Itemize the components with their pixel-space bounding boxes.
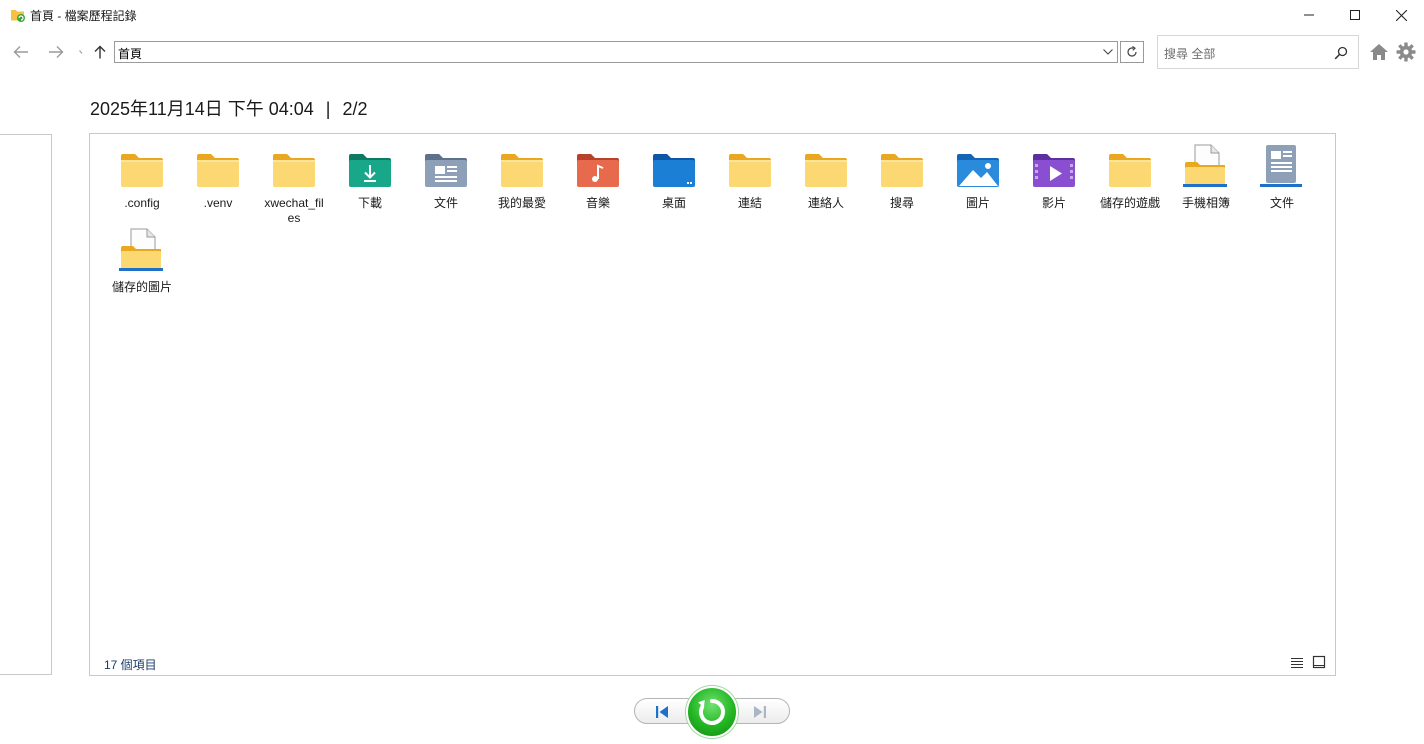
file-history-app-icon [11,10,25,22]
snapshot-separator: | [325,99,331,119]
refresh-button[interactable] [1120,41,1144,63]
downloads-folder-icon [346,144,394,188]
recent-locations-button[interactable] [76,40,88,64]
file-item-label: 音樂 [585,196,610,210]
forward-button[interactable] [44,40,68,64]
file-item[interactable]: 下載 [332,144,408,228]
search-placeholder: 搜尋 全部 [1164,47,1216,61]
file-item[interactable]: 桌面 [636,144,712,228]
arrow-right-icon [49,46,64,58]
file-item-label: 文件 [1269,196,1294,210]
file-item-label: 我的最愛 [497,196,546,210]
file-item-label: 影片 [1041,196,1066,210]
refresh-icon [1127,46,1137,57]
file-item-label: 桌面 [661,196,686,210]
folder-icon [726,144,774,188]
library-folder-icon [1182,144,1230,188]
folder-icon [270,144,318,188]
file-item-label: 手機相簿 [1181,196,1230,210]
previous-snapshot-panel[interactable] [0,134,52,675]
file-item-label: 連絡人 [807,196,844,210]
back-button[interactable] [9,40,33,64]
file-item[interactable]: 儲存的遊戲 [1092,144,1168,228]
file-item[interactable]: 影片 [1016,144,1092,228]
file-item-label: 儲存的遊戲 [1099,196,1160,210]
file-list-panel: .config .venv xwechat_files 下載 文件 我的最愛 音樂 桌面 連結 連… [89,133,1336,676]
item-count: 17 個項目 [104,658,157,672]
folder-icon [802,144,850,188]
title-bar: 首頁 - 檔案歷程記錄 [0,0,1424,30]
minimize-button[interactable] [1286,0,1332,30]
folder-icon [878,144,926,188]
file-item[interactable]: 連結 [712,144,788,228]
address-dropdown-button[interactable] [1101,45,1115,59]
maximize-icon [1350,10,1360,20]
documents-folder-icon [422,144,470,188]
file-item-label: 連結 [737,196,762,210]
window-title: 首頁 - 檔案歷程記錄 [30,9,137,23]
documents-library-icon [1258,144,1306,188]
file-item-label: 儲存的圖片 [111,280,172,294]
snapshot-heading: 2025年11月14日 下午 04:04 | 2/2 [90,95,368,121]
file-item-label: 文件 [433,196,458,210]
skip-next-icon [754,706,766,718]
file-item[interactable]: 連絡人 [788,144,864,228]
file-item[interactable]: 文件 [408,144,484,228]
file-item[interactable]: .venv [180,144,256,228]
desktop-folder-icon [650,144,698,188]
chevron-down-icon [1103,49,1113,55]
arrow-up-icon [94,45,106,59]
restore-button[interactable] [686,686,738,738]
pictures-folder-icon [954,144,1002,188]
snapshot-position: 2/2 [342,99,368,119]
folder-icon [118,144,166,188]
file-item[interactable]: 儲存的圖片 [104,228,180,312]
file-item-label: 下載 [357,196,382,210]
music-folder-icon [574,144,622,188]
folder-icon [498,144,546,188]
file-item-label: .venv [203,196,233,210]
search-box[interactable]: 搜尋 全部 [1157,35,1359,69]
maximize-button[interactable] [1332,0,1378,30]
file-item[interactable]: xwechat_files [256,144,332,228]
file-item-label: 搜尋 [889,196,914,210]
folder-icon [194,144,242,188]
snapshot-datetime: 2025年11月14日 下午 04:04 [90,99,314,119]
file-item-label: 圖片 [965,196,990,210]
file-item[interactable]: .config [104,144,180,228]
gear-icon[interactable] [1396,42,1416,62]
next-version-button[interactable] [730,698,790,724]
file-item-label: .config [124,196,160,210]
home-icon[interactable] [1369,43,1389,61]
restore-icon [698,699,725,725]
skip-previous-icon [656,706,668,718]
minimize-icon [1304,14,1314,16]
file-grid: .config .venv xwechat_files 下載 文件 我的最愛 音樂 桌面 連結 連… [104,144,1324,312]
file-item[interactable]: 圖片 [940,144,1016,228]
file-item-label: xwechat_files [264,196,324,225]
videos-folder-icon [1030,144,1078,188]
file-item[interactable]: 文件 [1244,144,1320,228]
arrow-left-icon [13,46,28,58]
address-text: 首頁 [118,47,143,61]
close-button[interactable] [1378,0,1424,30]
file-item[interactable]: 音樂 [560,144,636,228]
search-icon[interactable] [1334,46,1348,60]
close-icon [1395,9,1407,21]
address-bar[interactable]: 首頁 [114,41,1118,63]
file-item[interactable]: 手機相簿 [1168,144,1244,228]
chevron-down-icon [79,50,83,54]
folder-icon [1106,144,1154,188]
details-view-icon[interactable] [1290,656,1304,670]
large-icons-view-icon[interactable] [1312,655,1326,669]
file-item[interactable]: 搜尋 [864,144,940,228]
file-item[interactable]: 我的最愛 [484,144,560,228]
up-button[interactable] [88,40,112,64]
library-folder-icon [118,228,166,272]
